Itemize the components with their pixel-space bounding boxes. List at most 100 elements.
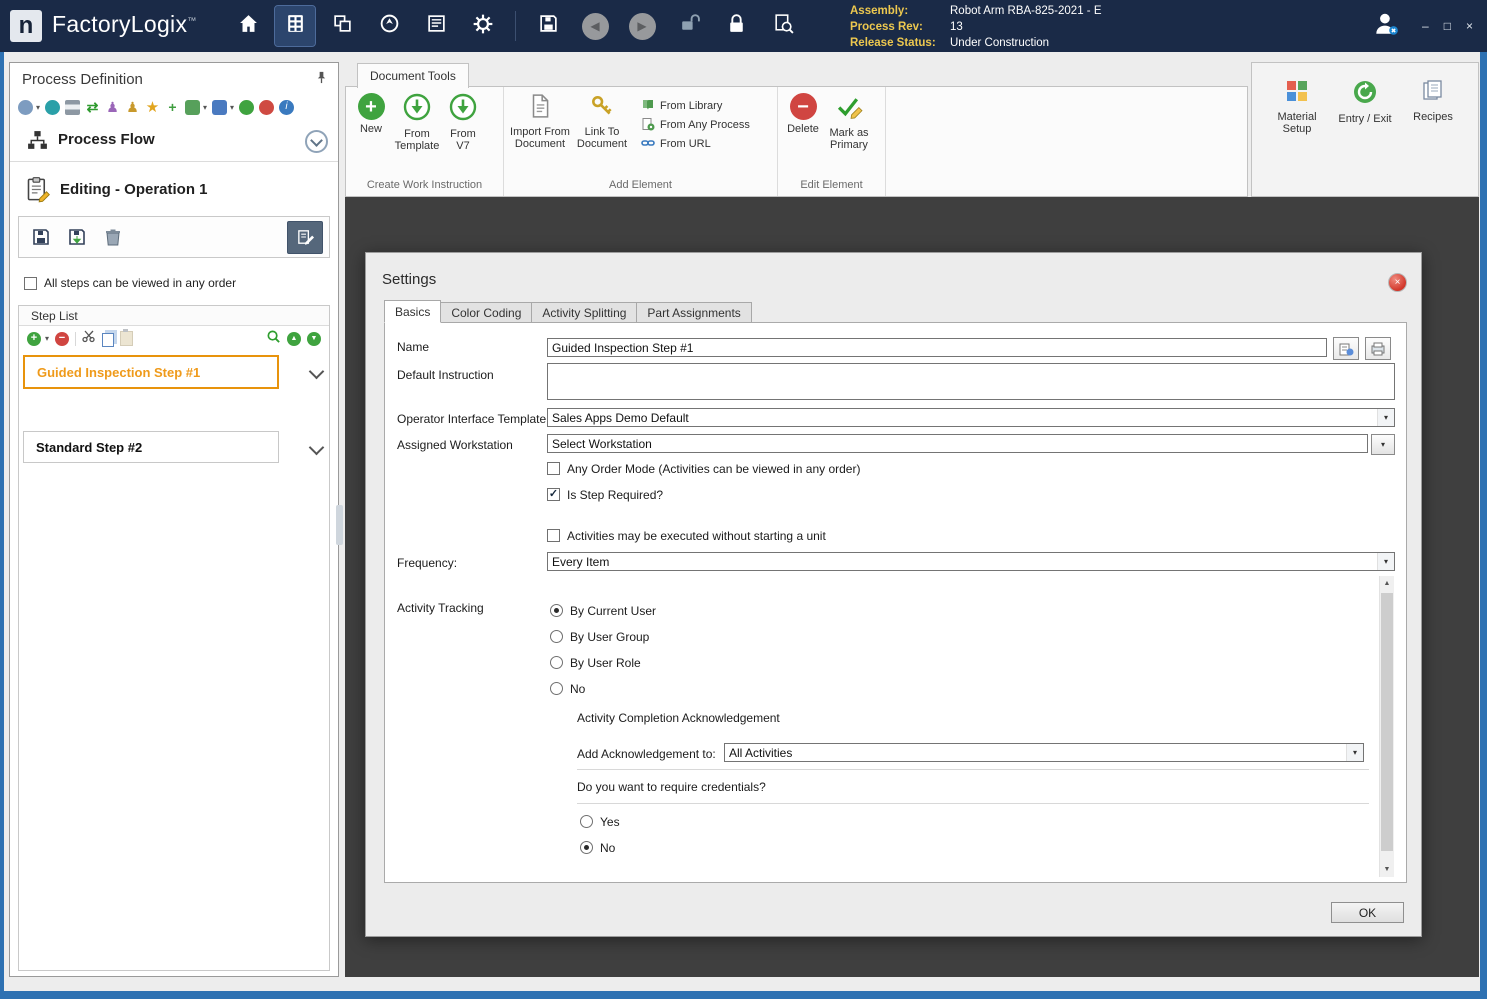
chevron-down-icon[interactable]: ▾ bbox=[1346, 744, 1363, 761]
dialog-close-button[interactable]: × bbox=[1388, 273, 1407, 292]
dialog-scrollbar[interactable]: ▲ ▼ bbox=[1379, 576, 1394, 877]
lock-button[interactable] bbox=[716, 6, 756, 46]
checkbox-unchecked-icon[interactable] bbox=[547, 529, 560, 542]
globe-icon[interactable] bbox=[18, 99, 33, 115]
frequency-select[interactable]: Every Item ▾ bbox=[547, 552, 1395, 571]
assigned-workstation-input[interactable] bbox=[547, 434, 1368, 453]
info-icon[interactable]: i bbox=[279, 99, 295, 115]
unlock-button[interactable] bbox=[669, 6, 709, 46]
pin-icon[interactable] bbox=[315, 71, 328, 89]
new-button[interactable]: + New bbox=[351, 90, 391, 136]
is-step-required-checkbox[interactable]: ✓ Is Step Required? bbox=[547, 487, 663, 502]
tracking-by-user-group-radio[interactable]: By User Group bbox=[550, 629, 649, 644]
cut-step-button[interactable] bbox=[82, 329, 96, 348]
chevron-down-icon[interactable]: ▾ bbox=[1377, 553, 1394, 570]
radio-unselected-icon[interactable] bbox=[550, 630, 563, 643]
radio-unselected-icon[interactable] bbox=[580, 815, 593, 828]
tab-document-tools[interactable]: Document Tools bbox=[357, 63, 469, 88]
scrollbar-thumb[interactable] bbox=[1381, 593, 1393, 851]
collapse-section-button[interactable] bbox=[305, 130, 328, 153]
home-button[interactable] bbox=[228, 6, 268, 46]
checkbox-unchecked-icon[interactable] bbox=[547, 462, 560, 475]
process-editor-button[interactable] bbox=[274, 5, 316, 47]
save-operation-button[interactable] bbox=[25, 221, 57, 252]
recipes-button[interactable]: Recipes bbox=[1402, 75, 1464, 123]
chevron-down-icon[interactable] bbox=[308, 439, 325, 456]
credentials-yes-radio[interactable]: Yes bbox=[580, 814, 620, 829]
tracking-no-radio[interactable]: No bbox=[550, 681, 585, 696]
from-template-button[interactable]: From Template bbox=[391, 90, 443, 153]
navigator-button[interactable] bbox=[369, 6, 409, 46]
default-instruction-input[interactable] bbox=[547, 363, 1395, 400]
ok-button[interactable]: OK bbox=[1331, 902, 1404, 923]
chevron-down-icon[interactable]: ▾ bbox=[203, 103, 207, 112]
back-button[interactable]: ◀ bbox=[575, 6, 615, 46]
remove-step-button[interactable]: − bbox=[55, 331, 70, 346]
checkbox-checked-icon[interactable]: ✓ bbox=[547, 488, 560, 501]
without-unit-checkbox[interactable]: Activities may be executed without start… bbox=[547, 528, 826, 543]
scroll-down-button[interactable]: ▼ bbox=[1380, 862, 1394, 877]
acknowledgement-select[interactable]: All Activities ▾ bbox=[724, 743, 1364, 762]
minimize-button[interactable]: – bbox=[1422, 19, 1429, 33]
link-to-document-button[interactable]: Link To Document bbox=[571, 90, 633, 151]
add-step-menu-button[interactable]: ▾ bbox=[45, 334, 49, 343]
edit-mode-button[interactable] bbox=[287, 221, 323, 254]
workstation-dropdown-button[interactable]: ▾ bbox=[1371, 434, 1395, 455]
chevron-down-icon[interactable]: ▾ bbox=[36, 103, 40, 112]
logout-user-button[interactable] bbox=[1372, 10, 1400, 43]
settings-button[interactable] bbox=[463, 6, 503, 46]
move-step-up-button[interactable]: ▲ bbox=[287, 331, 301, 346]
tab-basics[interactable]: Basics bbox=[384, 300, 442, 323]
document-audit-button[interactable] bbox=[763, 6, 803, 46]
radio-unselected-icon[interactable] bbox=[550, 682, 563, 695]
documents-button[interactable] bbox=[416, 6, 456, 46]
checkbox-unchecked-icon[interactable] bbox=[24, 276, 37, 290]
close-button[interactable]: × bbox=[1466, 19, 1473, 33]
import-from-document-button[interactable]: Import From Document bbox=[509, 90, 571, 151]
name-translate-button[interactable] bbox=[1333, 337, 1359, 360]
stop-icon[interactable] bbox=[259, 99, 275, 115]
star-icon[interactable]: ★ bbox=[145, 100, 160, 115]
tab-color-coding[interactable]: Color Coding bbox=[441, 302, 533, 323]
tracking-by-current-user-radio[interactable]: By Current User bbox=[550, 603, 656, 618]
paste-step-button[interactable] bbox=[120, 329, 134, 346]
copy-step-button[interactable] bbox=[102, 333, 115, 347]
production-button[interactable] bbox=[322, 6, 362, 46]
print-icon[interactable] bbox=[65, 99, 81, 115]
export-icon[interactable] bbox=[185, 99, 201, 115]
any-order-mode-checkbox[interactable]: Any Order Mode (Activities can be viewed… bbox=[547, 461, 860, 476]
tab-activity-splitting[interactable]: Activity Splitting bbox=[532, 302, 638, 323]
operator-interface-template-select[interactable]: Sales Apps Demo Default ▾ bbox=[547, 408, 1395, 427]
from-url-button[interactable]: From URL bbox=[641, 136, 750, 152]
import-operation-button[interactable] bbox=[61, 221, 93, 252]
radio-selected-icon[interactable] bbox=[580, 841, 593, 854]
name-input[interactable] bbox=[547, 338, 1327, 357]
tab-part-assignments[interactable]: Part Assignments bbox=[637, 302, 752, 323]
maximize-button[interactable]: □ bbox=[1444, 19, 1451, 33]
entry-exit-button[interactable]: Entry / Exit bbox=[1334, 75, 1396, 125]
move-step-down-button[interactable]: ▼ bbox=[307, 331, 321, 346]
delete-element-button[interactable]: − Delete bbox=[783, 90, 823, 136]
zoom-step-button[interactable] bbox=[266, 329, 281, 349]
radio-unselected-icon[interactable] bbox=[550, 656, 563, 669]
any-order-steps-checkbox[interactable]: All steps can be viewed in any order bbox=[24, 276, 236, 290]
user-add-icon[interactable]: ♟ bbox=[125, 100, 140, 115]
name-print-button[interactable] bbox=[1365, 337, 1391, 360]
from-library-button[interactable]: From Library bbox=[641, 98, 750, 114]
step-item-selected[interactable]: Guided Inspection Step #1 bbox=[23, 355, 279, 389]
navigate-icon[interactable] bbox=[45, 99, 61, 115]
plugin-icon[interactable]: + bbox=[165, 100, 180, 115]
save-button[interactable] bbox=[528, 6, 568, 46]
chevron-down-icon[interactable]: ▾ bbox=[230, 103, 234, 112]
delete-operation-button[interactable] bbox=[97, 221, 129, 252]
scroll-up-button[interactable]: ▲ bbox=[1380, 576, 1394, 591]
credentials-no-radio[interactable]: No bbox=[580, 840, 615, 855]
from-v7-button[interactable]: From V7 bbox=[443, 90, 483, 153]
sync-icon[interactable]: ⇄ bbox=[85, 100, 100, 115]
radio-selected-icon[interactable] bbox=[550, 604, 563, 617]
forward-button[interactable]: ▶ bbox=[622, 6, 662, 46]
material-setup-button[interactable]: Material Setup bbox=[1266, 75, 1328, 136]
user-remove-icon[interactable]: ♟ bbox=[105, 100, 120, 115]
process-flow-row[interactable]: Process Flow bbox=[10, 123, 338, 157]
import-icon[interactable] bbox=[212, 99, 228, 115]
